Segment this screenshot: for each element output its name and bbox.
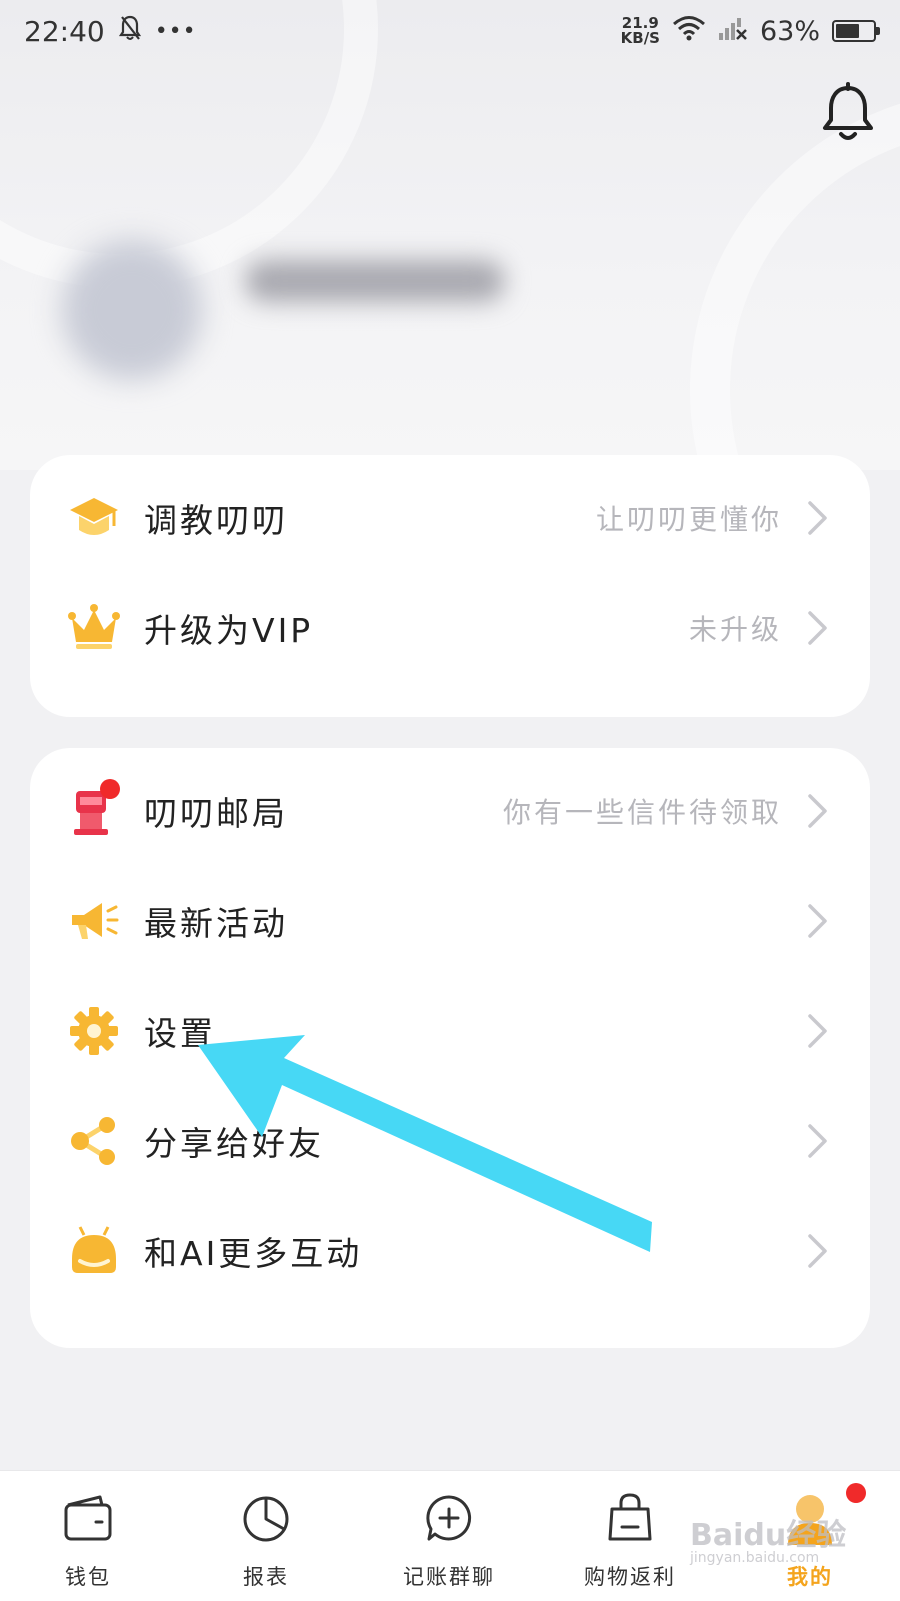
menu-item-label: 升级为VIP: [144, 611, 314, 650]
wallet-icon: [64, 1495, 112, 1541]
menu-item-post-office[interactable]: 叨叨邮局 你有一些信件待领取: [30, 756, 870, 866]
menu-item-share[interactable]: 分享给好友: [30, 1086, 870, 1196]
menu-item-label: 最新活动: [144, 904, 288, 943]
menu-item-label: 和AI更多互动: [144, 1234, 363, 1273]
profile-name-blurred[interactable]: [245, 260, 505, 302]
avatar[interactable]: [62, 240, 202, 380]
chevron-right-icon: [806, 1012, 830, 1050]
tab-group-chat[interactable]: 记账群聊: [379, 1471, 519, 1601]
gear-icon: [66, 1003, 122, 1059]
profile-header-background: [0, 0, 900, 470]
menu-item-value: 让叨叨更懂你: [595, 503, 782, 536]
menu-item-label: 调教叨叨: [144, 501, 288, 540]
battery-icon: [832, 20, 880, 42]
wifi-icon: [672, 15, 706, 48]
menu-item-label: 设置: [144, 1014, 216, 1053]
chevron-right-icon: [806, 609, 830, 647]
shopping-bag-icon: [608, 1493, 652, 1541]
chevron-right-icon: [806, 792, 830, 830]
crown-icon: [66, 600, 122, 656]
tab-shopping-rebate[interactable]: 购物返利: [560, 1471, 700, 1601]
status-time: 22:40: [24, 14, 105, 48]
menu-item-settings[interactable]: 设置: [30, 976, 870, 1086]
menu-item-label: 分享给好友: [144, 1124, 324, 1163]
pie-chart-icon: [243, 1496, 289, 1542]
chevron-right-icon: [806, 1232, 830, 1270]
notification-bell-icon[interactable]: [820, 82, 876, 144]
menu-item-latest-activities[interactable]: 最新活动: [30, 866, 870, 976]
chat-add-icon: [426, 1495, 472, 1541]
chevron-right-icon: [806, 1122, 830, 1160]
signal-icon: [718, 15, 748, 48]
menu-item-label: 叨叨邮局: [144, 794, 288, 833]
notification-dot: [846, 1483, 866, 1503]
mute-bell-icon: [118, 15, 141, 48]
menu-item-value: 未升级: [688, 613, 782, 646]
menu-card-secondary: 叨叨邮局 你有一些信件待领取 最新活动 设置 分享给好友 和AI更多互动: [30, 748, 870, 1348]
menu-card-primary: 调教叨叨 让叨叨更懂你 升级为VIP 未升级: [30, 455, 870, 717]
graduation-cap-icon: [66, 490, 122, 546]
tab-label: 记账群聊: [403, 1565, 495, 1589]
tab-wallet[interactable]: 钱包: [18, 1471, 158, 1601]
chevron-right-icon: [806, 902, 830, 940]
mailbox-icon: [66, 779, 122, 839]
menu-item-upgrade-vip[interactable]: 升级为VIP 未升级: [30, 573, 870, 683]
tab-label: 钱包: [65, 1565, 111, 1589]
decorative-arc: [690, 90, 900, 470]
robot-icon: [66, 1223, 122, 1279]
menu-item-ai-interaction[interactable]: 和AI更多互动: [30, 1196, 870, 1306]
battery-percent: 63%: [759, 15, 820, 47]
menu-item-value: 你有一些信件待领取: [502, 796, 782, 829]
more-dots: •••: [154, 18, 197, 44]
megaphone-icon: [66, 893, 122, 949]
tab-label: 购物返利: [584, 1565, 676, 1589]
watermark: Baidu经验 jingyan.baidu.com: [690, 1518, 847, 1566]
chevron-right-icon: [806, 499, 830, 537]
notification-dot: [100, 779, 120, 799]
tab-reports[interactable]: 报表: [196, 1471, 336, 1601]
tab-label: 报表: [243, 1565, 289, 1589]
share-icon: [66, 1113, 122, 1169]
menu-item-train-daodao[interactable]: 调教叨叨 让叨叨更懂你: [30, 463, 870, 573]
network-speed: 21.9 KB/S: [620, 14, 660, 47]
status-bar: 22:40 ••• 21.9 KB/S 63%: [0, 0, 900, 62]
